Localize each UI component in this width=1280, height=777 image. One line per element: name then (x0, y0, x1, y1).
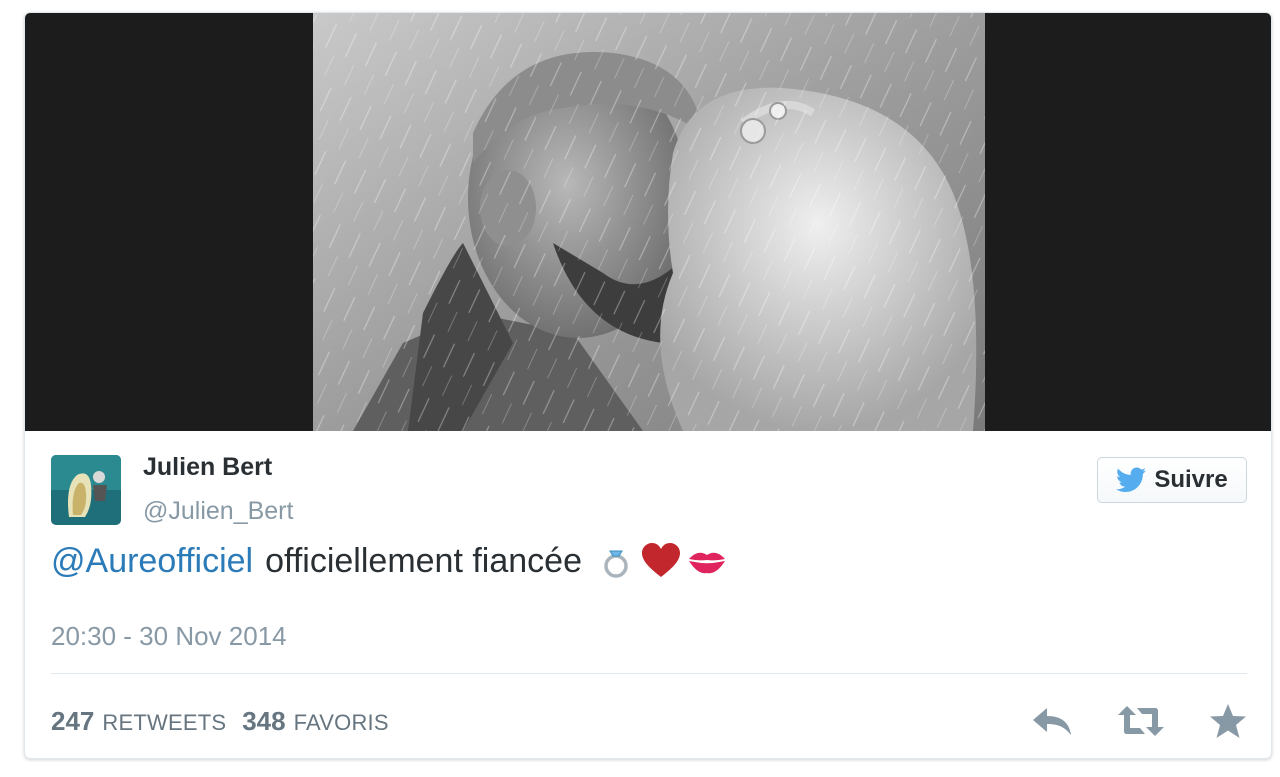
divider (51, 673, 1247, 674)
emoji-group (596, 541, 728, 581)
follow-button[interactable]: Suivre (1097, 457, 1247, 503)
ring-icon (604, 550, 628, 578)
red-heart-icon (641, 543, 680, 577)
tweet-stats: 247 RETWEETS 348 FAVORIS (51, 706, 389, 737)
favorites-count: 348 (242, 706, 286, 736)
retweet-button[interactable] (1117, 704, 1165, 738)
avatar[interactable] (51, 455, 121, 525)
tweet-body: Julien Bert @Julien_Bert Suivre @Aureoff… (25, 431, 1271, 758)
kiss-mark-icon (688, 552, 725, 574)
tweet-photo[interactable] (313, 13, 985, 431)
retweets-stat[interactable]: 247 RETWEETS (51, 706, 226, 737)
retweets-count: 247 (51, 706, 95, 736)
tweet-text: @Aureofficiel officiellement fiancée (51, 541, 728, 581)
tweet-media[interactable] (25, 13, 1271, 431)
favorites-stat[interactable]: 348 FAVORIS (242, 706, 389, 737)
reply-button[interactable] (1031, 704, 1073, 738)
reply-icon (1033, 708, 1071, 735)
retweet-icon (1118, 706, 1164, 736)
tweet-actions (1031, 703, 1247, 739)
tweet-text-body: officiellement fiancée (265, 541, 582, 580)
avatar-image (51, 455, 121, 525)
retweets-label: RETWEETS (102, 710, 227, 735)
twitter-bird-icon (1116, 467, 1147, 492)
follow-label: Suivre (1154, 466, 1228, 493)
display-name[interactable]: Julien Bert (143, 453, 272, 482)
tweet-card: Julien Bert @Julien_Bert Suivre @Aureoff… (24, 12, 1272, 759)
favorites-label: FAVORIS (293, 710, 389, 735)
user-handle[interactable]: @Julien_Bert (143, 497, 293, 526)
favorite-star-icon (1210, 704, 1246, 738)
tweet-timestamp[interactable]: 20:30 - 30 Nov 2014 (51, 621, 287, 652)
mention-link[interactable]: @Aureofficiel (51, 542, 253, 581)
favorite-button[interactable] (1209, 703, 1247, 739)
